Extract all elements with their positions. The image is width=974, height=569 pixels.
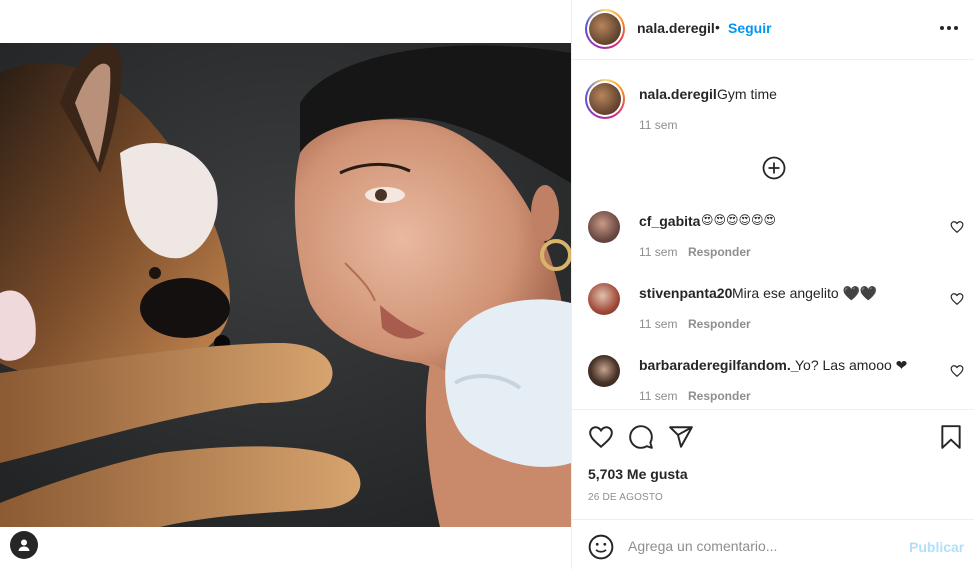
commenter-avatar[interactable] (588, 211, 620, 243)
comment-username[interactable]: barbaraderegilfandom._ (639, 357, 799, 373)
reply-button[interactable]: Responder (688, 317, 751, 331)
follow-button[interactable]: Seguir (728, 20, 772, 36)
bookmark-icon[interactable] (938, 424, 964, 450)
comment-time[interactable]: 11 sem (639, 389, 677, 403)
paper-plane-icon[interactable] (668, 424, 694, 450)
comment-time[interactable]: 11 sem (639, 317, 677, 331)
more-options-icon[interactable] (938, 17, 960, 39)
caption-time[interactable]: 11 sem (639, 118, 677, 132)
publish-button[interactable]: Publicar (909, 539, 964, 555)
caption-avatar[interactable] (585, 79, 625, 119)
comments-list[interactable]: nala.deregil Gym time 11 sem cf_gabita 😍… (572, 60, 974, 409)
reply-button[interactable]: Responder (688, 245, 751, 259)
comment-time[interactable]: 11 sem (639, 245, 677, 259)
post-actions: 5,703 Me gusta 26 DE AGOSTO (572, 409, 974, 519)
post-date[interactable]: 26 DE AGOSTO (588, 492, 663, 503)
caption-username[interactable]: nala.deregil (639, 86, 717, 102)
commenter-avatar[interactable] (588, 283, 620, 315)
commenter-avatar[interactable] (588, 355, 620, 387)
comment-text: 😍😍😍😍😍😍 (701, 213, 777, 227)
add-comment-bar: Publicar (572, 519, 974, 569)
heart-icon[interactable] (950, 220, 964, 234)
instagram-post-modal: nala.deregil • Seguir nala.deregil Gym t… (0, 0, 974, 569)
post-header: nala.deregil • Seguir (572, 0, 974, 60)
smiley-icon[interactable] (588, 534, 614, 560)
comment-icon[interactable] (628, 424, 654, 450)
comment-text: Mira ese angelito 🖤🖤 (732, 285, 878, 301)
plus-circle-icon[interactable] (762, 156, 786, 180)
author-username[interactable]: nala.deregil (637, 20, 715, 36)
comment-text: Yo? Las amooo ❤ (795, 357, 908, 373)
separator-dot: • (715, 19, 720, 35)
heart-icon[interactable] (588, 424, 614, 450)
author-avatar[interactable] (585, 9, 625, 49)
caption-text: Gym time (717, 86, 777, 102)
comment-input[interactable] (628, 532, 888, 560)
post-media-area (0, 0, 571, 569)
heart-icon[interactable] (950, 364, 964, 378)
post-photo[interactable] (0, 43, 571, 527)
post-side-panel: nala.deregil • Seguir nala.deregil Gym t… (571, 0, 974, 569)
likes-count[interactable]: 5,703 Me gusta (588, 466, 688, 482)
reply-button[interactable]: Responder (688, 389, 751, 403)
heart-icon[interactable] (950, 292, 964, 306)
comment-username[interactable]: cf_gabita (639, 213, 700, 229)
user-tag-icon[interactable] (10, 531, 38, 559)
comment-username[interactable]: stivenpanta20 (639, 285, 732, 301)
